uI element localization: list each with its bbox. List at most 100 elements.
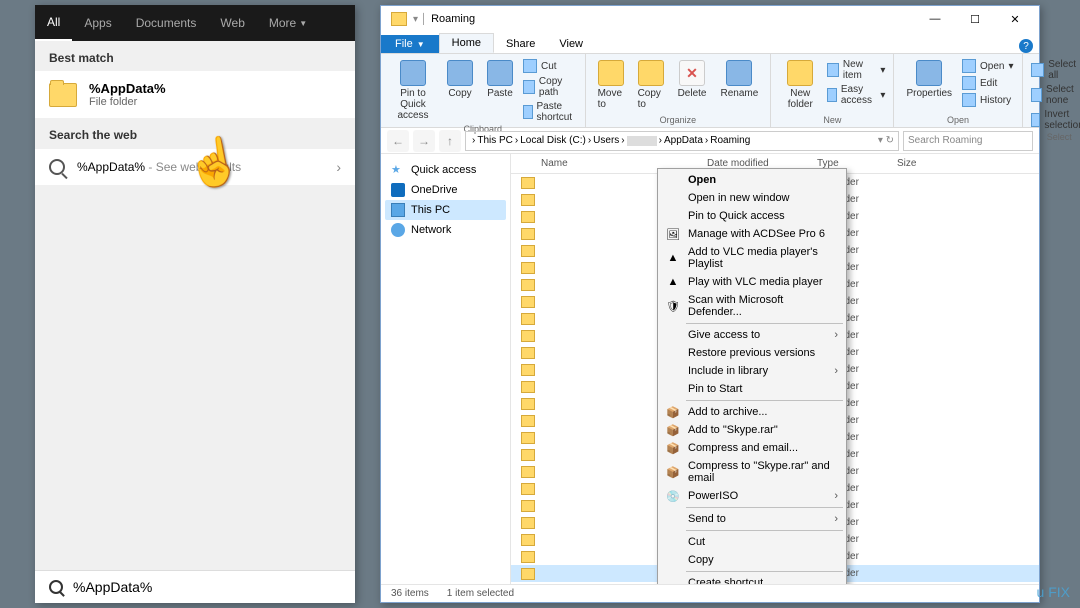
rename-button[interactable]: Rename (716, 58, 762, 101)
start-tab-web[interactable]: Web (208, 5, 256, 41)
menu-item[interactable]: Open in new window (660, 189, 844, 207)
help-icon[interactable]: ? (1019, 39, 1033, 53)
menu-item[interactable]: Send to› (660, 510, 844, 528)
folder-icon (521, 262, 535, 274)
search-bar[interactable] (35, 570, 355, 603)
col-size[interactable]: Size (891, 158, 941, 169)
menu-item[interactable]: Pin to Quick access (660, 207, 844, 225)
search-input[interactable] (73, 579, 341, 595)
menu-item[interactable]: Pin to Start (660, 380, 844, 398)
result-title: %AppData% (89, 81, 166, 96)
search-box[interactable]: Search Roaming (903, 131, 1033, 151)
folder-icon (521, 194, 535, 206)
start-tab-apps[interactable]: Apps (72, 5, 123, 41)
newitem-button[interactable]: New item ▾ (827, 58, 885, 82)
watermark: u FIX (1037, 584, 1070, 600)
menu-item[interactable]: Create shortcut (660, 574, 844, 584)
copy-button[interactable]: Copy (443, 58, 477, 101)
file-tab[interactable]: File▼ (381, 35, 439, 53)
folder-icon (521, 296, 535, 308)
selectall-button[interactable]: Select all (1031, 58, 1080, 82)
paste-button[interactable]: Paste (483, 58, 517, 101)
minimize-button[interactable]: — (915, 7, 955, 31)
menu-item[interactable]: 📦Add to archive... (660, 403, 844, 421)
pasteshortcut-button[interactable]: Paste shortcut (523, 100, 577, 124)
folder-icon (49, 83, 77, 107)
easyaccess-button[interactable]: Easy access ▾ (827, 83, 885, 107)
cut-button[interactable]: Cut (523, 58, 577, 74)
up-button[interactable]: ↑ (439, 130, 461, 152)
menu-item[interactable]: Restore previous versions (660, 344, 844, 362)
properties-button[interactable]: Properties (902, 58, 956, 101)
selectnone-button[interactable]: Select none (1031, 83, 1080, 107)
cursor-pointer-icon: ☝ (181, 130, 247, 194)
start-tabs: All Apps Documents Web More ▼ (35, 5, 355, 41)
nav-quick-access[interactable]: ★Quick access (385, 160, 506, 180)
start-tab-documents[interactable]: Documents (124, 5, 209, 41)
folder-icon (521, 313, 535, 325)
maximize-button[interactable]: ☐ (955, 7, 995, 31)
titlebar: ▾ │ Roaming — ☐ ✕ (381, 6, 1039, 32)
open-button[interactable]: Open ▾ (962, 58, 1014, 74)
menu-item[interactable]: 🛡Scan with Microsoft Defender... (660, 291, 844, 321)
chevron-right-icon: › (336, 159, 341, 175)
menu-item[interactable]: Cut (660, 533, 844, 551)
ribbon-tabs: File▼ Home Share View ? (381, 32, 1039, 54)
delete-button[interactable]: Delete (674, 58, 711, 101)
copypath-button[interactable]: Copy path (523, 75, 577, 99)
folder-icon (521, 568, 535, 580)
nav-this-pc[interactable]: This PC (385, 200, 506, 220)
copyto-button[interactable]: Copy to (634, 58, 668, 112)
nav-onedrive[interactable]: OneDrive (385, 180, 506, 200)
folder-icon (521, 398, 535, 410)
folder-icon (521, 449, 535, 461)
menu-item[interactable]: 📦Add to "Skype.rar" (660, 421, 844, 439)
start-menu-panel: All Apps Documents Web More ▼ Best match… (35, 5, 355, 603)
share-tab[interactable]: Share (494, 35, 547, 53)
forward-button[interactable]: → (413, 130, 435, 152)
menu-item[interactable]: Include in library› (660, 362, 844, 380)
menu-item[interactable]: Give access to› (660, 326, 844, 344)
pin-button[interactable]: Pin to Quick access (389, 58, 437, 123)
nav-pane: ★Quick access OneDrive This PC Network (381, 154, 511, 584)
folder-icon (521, 432, 535, 444)
menu-item[interactable]: 📦Compress to "Skype.rar" and email (660, 457, 844, 487)
folder-icon (521, 245, 535, 257)
folder-icon (521, 330, 535, 342)
menu-item[interactable]: Open (660, 171, 844, 189)
home-tab[interactable]: Home (439, 33, 494, 53)
folder-icon (521, 517, 535, 529)
folder-icon (521, 466, 535, 478)
menu-item[interactable]: ▲Add to VLC media player's Playlist (660, 243, 844, 273)
folder-icon (521, 177, 535, 189)
start-tab-more[interactable]: More ▼ (257, 5, 319, 41)
edit-button[interactable]: Edit (962, 75, 1014, 91)
folder-icon (521, 211, 535, 223)
folder-icon (521, 347, 535, 359)
view-tab[interactable]: View (547, 35, 595, 53)
file-list: Name Date modified Type Size 9 9:14 PMFi… (511, 154, 1039, 584)
folder-icon (521, 483, 535, 495)
menu-item[interactable]: 📦Compress and email... (660, 439, 844, 457)
menu-item[interactable]: 💿PowerISO› (660, 487, 844, 505)
history-button[interactable]: History (962, 92, 1014, 108)
search-icon (49, 159, 65, 175)
moveto-button[interactable]: Move to (594, 58, 628, 112)
window-title: Roaming (431, 13, 475, 25)
address-bar-row: ← → ↑ › This PC› Local Disk (C:)› Users›… (381, 128, 1039, 154)
close-button[interactable]: ✕ (995, 7, 1035, 31)
folder-icon (521, 279, 535, 291)
best-match-heading: Best match (35, 41, 355, 71)
menu-item[interactable]: 🖼Manage with ACDSee Pro 6 (660, 225, 844, 243)
search-icon (49, 580, 63, 594)
best-match-result[interactable]: %AppData% File folder (35, 71, 355, 118)
breadcrumb[interactable]: › This PC› Local Disk (C:)› Users› › App… (465, 131, 899, 151)
menu-item[interactable]: Copy (660, 551, 844, 569)
nav-network[interactable]: Network (385, 220, 506, 240)
context-menu: OpenOpen in new windowPin to Quick acces… (657, 168, 847, 584)
start-tab-all[interactable]: All (35, 5, 72, 41)
newfolder-button[interactable]: New folder (779, 58, 821, 112)
back-button[interactable]: ← (387, 130, 409, 152)
folder-icon (521, 381, 535, 393)
menu-item[interactable]: ▲Play with VLC media player (660, 273, 844, 291)
